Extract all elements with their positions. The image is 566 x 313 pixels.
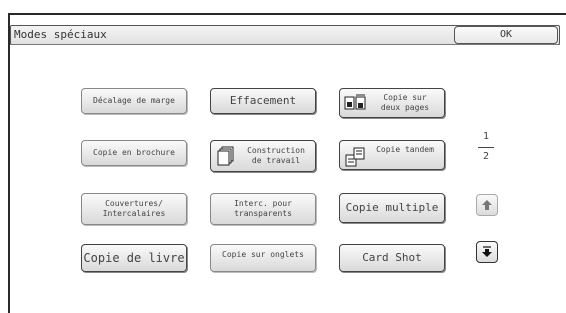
- erase-button[interactable]: Effacement: [210, 88, 316, 114]
- page-up-button[interactable]: [476, 194, 498, 216]
- dual-page-copy-button[interactable]: Copie sur deux pages: [339, 88, 445, 118]
- ok-button[interactable]: OK: [454, 26, 558, 44]
- card-shot-button[interactable]: Card Shot: [339, 244, 445, 272]
- book-copy-button[interactable]: Copie de livre: [81, 244, 187, 272]
- tandem-copy-icon: [345, 147, 365, 167]
- multi-shot-button[interactable]: Copie multiple: [339, 193, 445, 223]
- dual-page-copy-label: Copie sur deux pages: [380, 93, 430, 112]
- panel-frame-top: [8, 13, 566, 15]
- total-page-number: 2: [482, 151, 490, 162]
- stacked-documents-icon: [217, 146, 234, 166]
- two-pages-icon: [344, 94, 366, 110]
- current-page-number: 1: [482, 131, 490, 142]
- page-title: Modes spéciaux: [14, 28, 107, 41]
- panel-frame-left: [8, 13, 10, 313]
- arrow-up-icon: [482, 200, 492, 210]
- page-down-button[interactable]: [476, 241, 498, 263]
- title-divider: [10, 44, 560, 45]
- booklet-copy-button[interactable]: Copie en brochure: [81, 140, 187, 166]
- page-divider: [478, 147, 494, 148]
- covers-inserts-button[interactable]: Couvertures/ Intercalaires: [81, 193, 187, 225]
- tandem-copy-button[interactable]: Copie tandem: [339, 140, 445, 170]
- job-build-button[interactable]: Construction de travail: [210, 140, 316, 172]
- tab-copy-button[interactable]: Copie sur onglets: [210, 244, 316, 272]
- job-build-label: Construction de travail: [247, 146, 305, 165]
- arrow-down-icon: [482, 246, 492, 257]
- margin-shift-button[interactable]: Décalage de marge: [81, 88, 187, 114]
- transparency-inserts-button[interactable]: Interc. pour transparents: [210, 193, 316, 225]
- tandem-copy-label: Copie tandem: [376, 145, 434, 154]
